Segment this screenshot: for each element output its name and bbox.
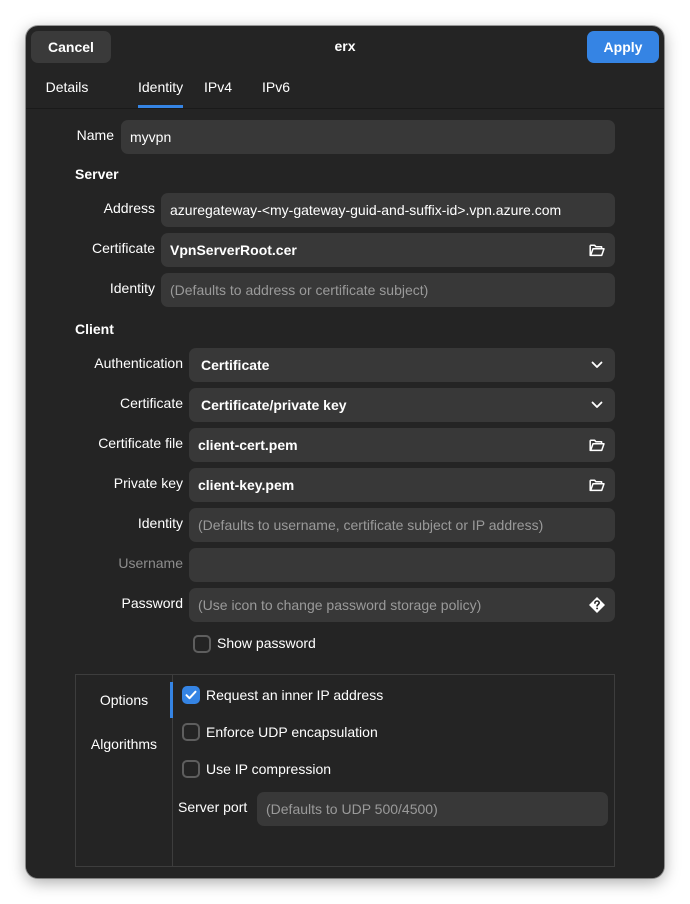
private-key-value: client-key.pem (198, 477, 295, 493)
show-password-checkbox[interactable] (193, 635, 211, 653)
tab-bar: Details Identity IPv4 IPv6 (26, 70, 664, 109)
folder-open-icon[interactable] (588, 436, 606, 454)
certificate-file-chooser[interactable]: client-cert.pem (189, 428, 615, 462)
sidebar-item-algorithms[interactable]: Algorithms (76, 726, 172, 762)
server-certificate-label: Certificate (91, 240, 155, 256)
client-certificate-label: Certificate (119, 395, 183, 411)
folder-open-icon[interactable] (588, 476, 606, 494)
certificate-file-value: client-cert.pem (198, 437, 298, 453)
server-address-label: Address (103, 200, 155, 216)
name-label: Name (76, 127, 114, 143)
username-input[interactable] (189, 548, 615, 582)
server-port-label: Server port (178, 799, 248, 815)
name-value: myvpn (130, 129, 172, 145)
apply-button[interactable]: Apply (587, 31, 659, 63)
server-heading: Server (75, 166, 119, 182)
client-heading: Client (75, 321, 114, 337)
authentication-label: Authentication (94, 355, 183, 371)
server-certificate-value: VpnServerRoot.cer (170, 242, 297, 258)
ip-compression-label[interactable]: Use IP compression (206, 761, 331, 777)
password-input[interactable]: (Use icon to change password storage pol… (189, 588, 615, 622)
enforce-udp-label[interactable]: Enforce UDP encapsulation (206, 724, 378, 740)
ip-compression-checkbox[interactable] (182, 760, 200, 778)
server-address-input[interactable]: azuregateway-<my-gateway-guid-and-suffix… (161, 193, 615, 227)
server-port-input[interactable]: (Defaults to UDP 500/4500) (257, 792, 608, 826)
server-identity-placeholder: (Defaults to address or certificate subj… (170, 282, 429, 298)
private-key-chooser[interactable]: client-key.pem (189, 468, 615, 502)
server-port-placeholder: (Defaults to UDP 500/4500) (266, 801, 438, 817)
client-certificate-dropdown[interactable]: Certificate/private key (189, 388, 615, 422)
username-label: Username (118, 555, 183, 571)
options-sidebar: Options Algorithms (76, 675, 173, 866)
certificate-file-label: Certificate file (98, 435, 183, 451)
dialog-window: Cancel erx Apply Details Identity IPv4 I… (26, 26, 664, 878)
tab-identity[interactable]: Identity (138, 70, 183, 108)
password-placeholder: (Use icon to change password storage pol… (198, 597, 482, 613)
dialog-title: erx (334, 38, 356, 54)
server-identity-label: Identity (109, 280, 155, 296)
checkmark-icon (185, 690, 197, 700)
client-identity-placeholder: (Defaults to username, certificate subje… (198, 517, 544, 533)
server-certificate-chooser[interactable]: VpnServerRoot.cer (161, 233, 615, 267)
tab-details[interactable]: Details (34, 70, 100, 108)
question-diamond-icon[interactable] (588, 596, 606, 614)
server-address-value: azuregateway-<my-gateway-guid-and-suffix… (170, 202, 562, 218)
client-identity-label: Identity (137, 515, 183, 531)
private-key-label: Private key (113, 475, 183, 491)
server-identity-input[interactable]: (Defaults to address or certificate subj… (161, 273, 615, 307)
tab-ipv4[interactable]: IPv4 (198, 70, 238, 108)
chevron-down-icon (588, 396, 606, 414)
request-inner-ip-checkbox[interactable] (182, 686, 200, 704)
client-identity-input[interactable]: (Defaults to username, certificate subje… (189, 508, 615, 542)
tab-ipv6[interactable]: IPv6 (256, 70, 296, 108)
header-bar: Cancel erx Apply (26, 26, 664, 66)
client-certificate-value: Certificate/private key (201, 397, 347, 413)
password-label: Password (121, 595, 183, 611)
folder-open-icon[interactable] (588, 241, 606, 259)
identity-page: Name myvpn Server Address azuregateway-<… (26, 109, 664, 878)
options-frame: Options Algorithms Request an inner IP a… (75, 674, 615, 867)
show-password-label[interactable]: Show password (217, 635, 316, 651)
authentication-dropdown[interactable]: Certificate (189, 348, 615, 382)
authentication-value: Certificate (201, 357, 270, 373)
name-input[interactable]: myvpn (121, 120, 615, 154)
sidebar-item-options[interactable]: Options (76, 682, 173, 718)
chevron-down-icon (588, 356, 606, 374)
enforce-udp-checkbox[interactable] (182, 723, 200, 741)
request-inner-ip-label[interactable]: Request an inner IP address (206, 687, 383, 703)
